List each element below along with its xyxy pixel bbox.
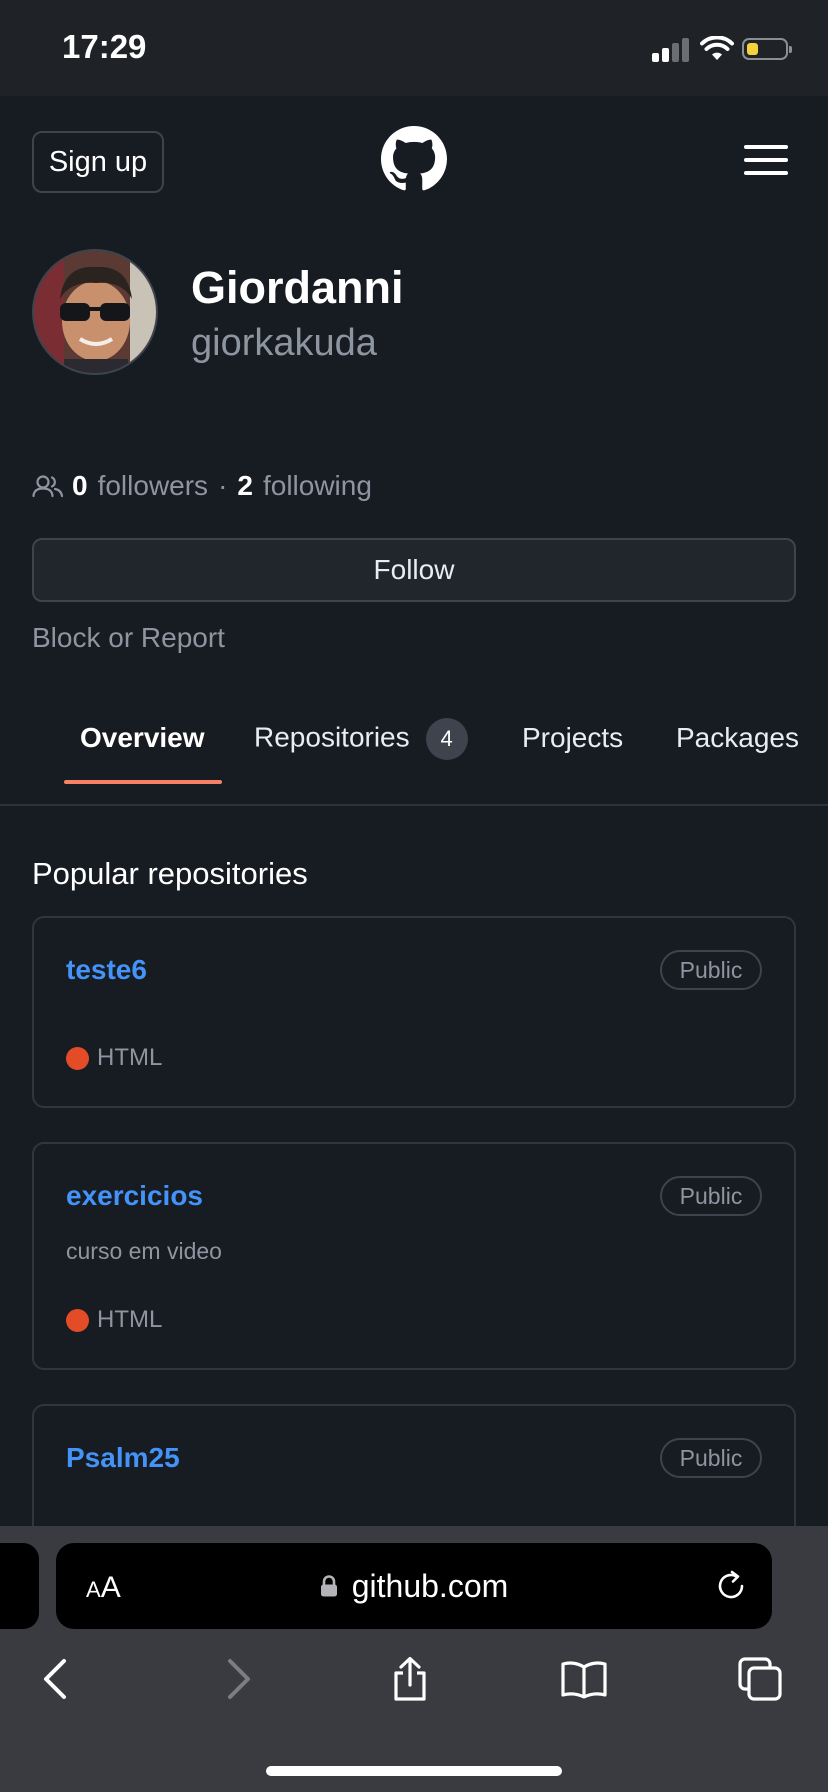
profile-tabs: Overview Repositories 4 Projects Packages (0, 700, 828, 806)
profile-username: giorkakuda (191, 322, 377, 364)
previous-tab-preview[interactable] (0, 1543, 39, 1629)
following-label[interactable]: following (263, 470, 372, 502)
github-logo-icon[interactable] (381, 126, 447, 192)
wifi-icon (700, 36, 734, 60)
repo-name-link[interactable]: exercicios (66, 1180, 203, 1212)
avatar (32, 249, 158, 375)
reload-icon[interactable] (712, 1567, 750, 1605)
repo-card: teste6 Public HTML (32, 916, 796, 1108)
tab-repositories[interactable]: Repositories 4 (254, 718, 468, 760)
menu-icon[interactable] (744, 145, 788, 175)
repo-name-link[interactable]: teste6 (66, 954, 147, 986)
tabs-icon[interactable] (736, 1655, 784, 1703)
repo-name-link[interactable]: Psalm25 (66, 1442, 180, 1474)
cellular-signal-icon (652, 38, 692, 62)
followers-label[interactable]: followers (98, 470, 208, 502)
people-icon (32, 475, 64, 498)
home-indicator (266, 1766, 562, 1776)
follow-stats: 0 followers · 2 following (32, 468, 372, 504)
language-color-dot (66, 1308, 89, 1332)
popular-repositories-heading: Popular repositories (32, 856, 308, 891)
repo-card: exercicios Public curso em video HTML (32, 1142, 796, 1370)
tab-repositories-label: Repositories (254, 721, 410, 753)
status-time: 17:29 (62, 28, 147, 65)
repo-language-label: HTML (97, 1044, 163, 1071)
repo-language: HTML (66, 1044, 162, 1072)
visibility-badge: Public (660, 950, 762, 990)
profile-display-name: Giordanni (191, 262, 404, 313)
active-tab-indicator (64, 780, 222, 784)
repo-description: curso em video (66, 1238, 222, 1264)
lock-icon (320, 1575, 337, 1597)
follow-button[interactable]: Follow (32, 538, 796, 602)
followers-count[interactable]: 0 (72, 470, 88, 502)
bookmarks-icon[interactable] (560, 1655, 608, 1703)
back-icon[interactable] (34, 1655, 82, 1703)
share-icon[interactable] (386, 1655, 434, 1703)
tab-overview[interactable]: Overview (80, 722, 205, 754)
visibility-badge: Public (660, 1438, 762, 1478)
repositories-count-badge: 4 (425, 718, 468, 760)
block-or-report-link[interactable]: Block or Report (32, 622, 225, 654)
repo-language: HTML (66, 1306, 162, 1334)
address-bar[interactable]: AA github.com (56, 1543, 772, 1629)
sign-up-button[interactable]: Sign up (32, 131, 164, 193)
status-bar: 17:29 (0, 0, 828, 96)
battery-icon (742, 38, 792, 60)
visibility-badge: Public (660, 1176, 762, 1216)
language-color-dot (66, 1046, 89, 1070)
url-text[interactable]: github.com (352, 1568, 509, 1605)
repo-language-label: HTML (97, 1306, 163, 1333)
follow-separator: · (218, 470, 228, 501)
tab-packages[interactable]: Packages (676, 722, 799, 754)
following-count[interactable]: 2 (237, 470, 253, 502)
forward-icon[interactable] (212, 1655, 260, 1703)
tab-projects[interactable]: Projects (522, 722, 623, 754)
